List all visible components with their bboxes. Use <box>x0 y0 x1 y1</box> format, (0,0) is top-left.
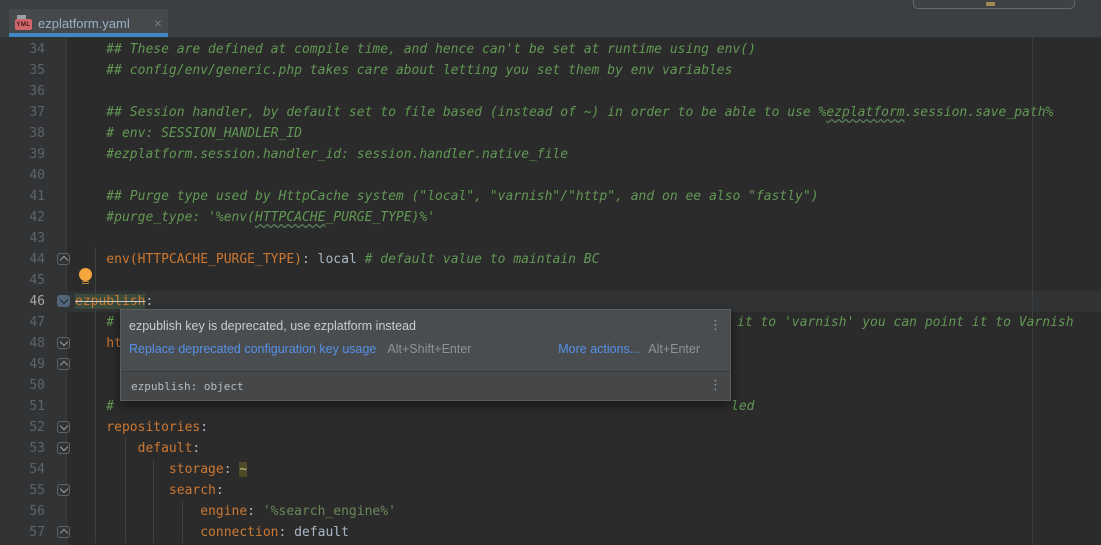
code-token: ## Session handler, by default set to fi… <box>75 105 826 120</box>
replace-shortcut-hint: Alt+Shift+Enter <box>387 342 471 356</box>
code-token: _PURGE_TYPE)%' <box>325 210 435 225</box>
ide-window: YML ezplatform.yaml × 343536373839404142… <box>0 0 1101 545</box>
code-line: search: <box>0 480 1101 501</box>
code-token: : <box>279 525 295 540</box>
tab-bar: YML ezplatform.yaml × <box>0 0 1101 38</box>
code-token: #ezplatform.session.handler_id: session.… <box>75 147 568 162</box>
code-line <box>0 270 1101 291</box>
kebab-menu-icon[interactable]: ⋮ <box>709 318 722 333</box>
code-token: ht <box>75 336 122 351</box>
more-actions-shortcut-hint: Alt+Enter <box>648 342 700 356</box>
code-token: .session.save_path% <box>905 105 1054 120</box>
code-token: HTTPCACHE <box>255 210 325 225</box>
yaml-file-icon: YML <box>15 15 32 31</box>
close-tab-icon[interactable]: × <box>154 16 162 30</box>
code-line: storage: ~ <box>0 459 1101 480</box>
popup-doc-section: ezpublish: object ⋮ <box>121 371 730 400</box>
code-token: ezplatform <box>826 105 904 120</box>
code-token: # env: SESSION_HANDLER_ID <box>75 126 302 141</box>
code-token: ## These are defined at compile time, an… <box>75 42 756 57</box>
code-token: repositories <box>75 420 200 435</box>
code-token: : <box>302 252 318 267</box>
code-token: it to 'varnish' you can point it to Varn… <box>737 312 1074 333</box>
popup-message-section: ezpublish key is deprecated, use ezplatf… <box>121 310 730 371</box>
code-token: : <box>145 294 153 309</box>
code-token: search <box>75 483 216 498</box>
code-line: engine: '%search_engine%' <box>0 501 1101 522</box>
code-token: : <box>200 420 208 435</box>
code-token: connection <box>75 525 279 540</box>
popup-title: ezpublish key is deprecated, use ezplatf… <box>129 319 722 333</box>
popup-doc-text: ezpublish: object <box>131 380 244 393</box>
code-token: : <box>192 441 200 456</box>
code-line <box>0 81 1101 102</box>
code-token: storage <box>75 462 224 477</box>
replace-deprecated-key-link[interactable]: Replace deprecated configuration key usa… <box>129 342 376 356</box>
code-token: ## Purge type used by HttpCache system (… <box>75 189 819 204</box>
code-line: repositories: <box>0 417 1101 438</box>
code-line: ## Purge type used by HttpCache system (… <box>0 186 1101 207</box>
code-token: default <box>75 441 192 456</box>
code-line: # env: SESSION_HANDLER_ID <box>0 123 1101 144</box>
code-token: local <box>318 252 357 267</box>
code-line: #ezplatform.session.handler_id: session.… <box>0 144 1101 165</box>
code-token: #purge_type: '%env( <box>75 210 255 225</box>
widget-icon <box>986 2 995 6</box>
code-token: : <box>247 504 263 519</box>
code-line: connection: default <box>0 522 1101 543</box>
tab-title: ezplatform.yaml <box>38 16 130 31</box>
code-token: : <box>224 462 240 477</box>
code-line: ## config/env/generic.php takes care abo… <box>0 60 1101 81</box>
more-actions-link[interactable]: More actions... <box>558 342 640 356</box>
code-token: '%search_engine%' <box>263 504 396 519</box>
code-line <box>0 228 1101 249</box>
code-token: : <box>216 483 224 498</box>
code-token: ## config/env/generic.php takes care abo… <box>75 63 732 78</box>
code-token: # <box>75 399 114 414</box>
code-token: ~ <box>239 462 247 477</box>
code-token: # default value to maintain BC <box>357 252 600 267</box>
kebab-menu-icon[interactable]: ⋮ <box>709 378 722 393</box>
run-configuration-widget[interactable] <box>913 0 1075 9</box>
code-token: engine <box>75 504 247 519</box>
code-token: # <box>75 315 114 330</box>
deprecation-popup: ezpublish key is deprecated, use ezplatf… <box>120 309 731 401</box>
code-token: default <box>294 525 349 540</box>
popup-actions-row: Replace deprecated configuration key usa… <box>129 342 700 356</box>
code-line: env(HTTPCACHE_PURGE_TYPE): local # defau… <box>0 249 1101 270</box>
code-line: ## These are defined at compile time, an… <box>0 39 1101 60</box>
code-line: default: <box>0 438 1101 459</box>
code-token: led <box>731 396 754 417</box>
code-line: #purge_type: '%env(HTTPCACHE_PURGE_TYPE)… <box>0 207 1101 228</box>
code-line <box>0 165 1101 186</box>
code-line: ## Session handler, by default set to fi… <box>0 102 1101 123</box>
code-token: ezpublish <box>75 294 145 309</box>
code-token: env(HTTPCACHE_PURGE_TYPE) <box>75 252 302 267</box>
